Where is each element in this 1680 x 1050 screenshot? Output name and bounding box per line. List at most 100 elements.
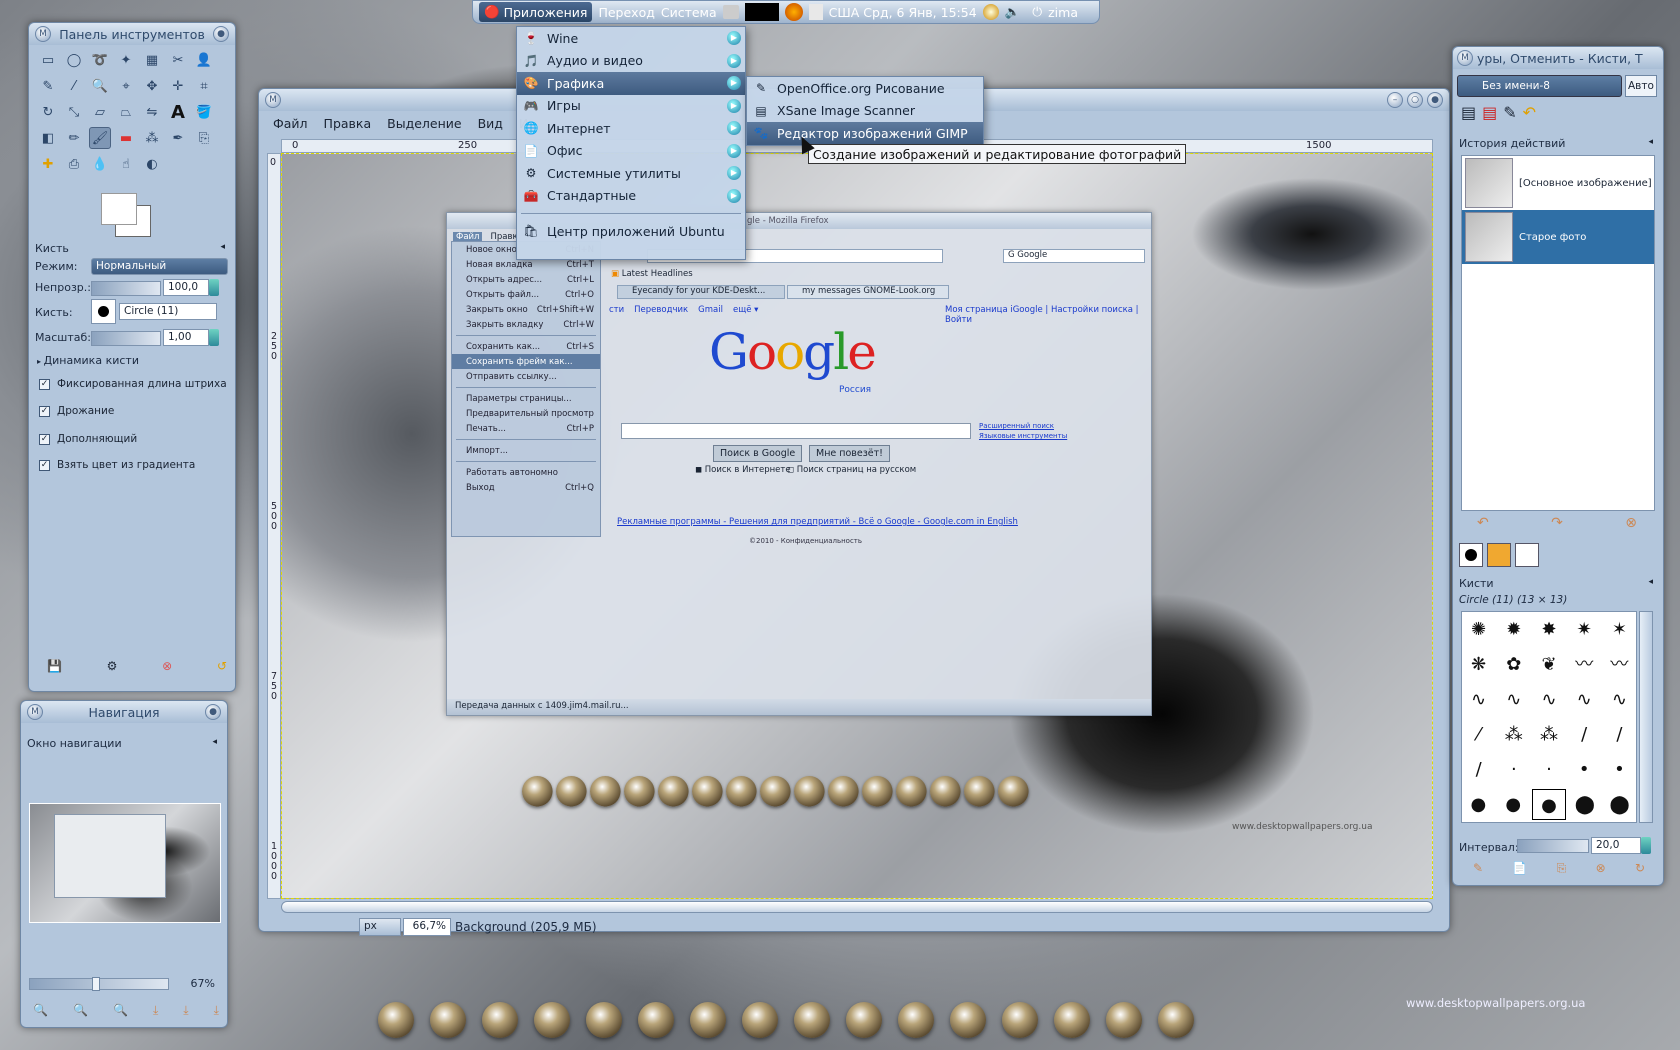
dock-app-icon[interactable]: [930, 776, 961, 807]
panel-menu-icon[interactable]: ◂: [1648, 137, 1653, 147]
history-item[interactable]: Старое фото: [1462, 210, 1654, 264]
window-menu-icon[interactable]: M: [27, 704, 43, 720]
zoom-fit-icon[interactable]: 🔍: [113, 1003, 128, 1018]
dock-app-icon[interactable]: [690, 1002, 726, 1038]
menu-view[interactable]: Вид: [478, 116, 503, 131]
zoom-in-icon[interactable]: 🔍: [73, 1003, 88, 1018]
history-item[interactable]: [Основное изображение]: [1462, 156, 1654, 210]
apps-menu-item[interactable]: 🍷 Wine ▶: [517, 27, 745, 50]
ink-icon[interactable]: ✒: [167, 127, 189, 149]
brush-grid-scrollbar[interactable]: [1639, 611, 1653, 823]
radio-web[interactable]: ◼ Поиск в Интернете: [695, 465, 791, 475]
google-search-input[interactable]: [621, 423, 971, 439]
clone-icon[interactable]: ⎘: [193, 127, 215, 149]
close-icon[interactable]: ●: [1427, 92, 1443, 108]
dock-app-icon[interactable]: [658, 776, 689, 807]
text-icon[interactable]: A: [167, 101, 189, 123]
volume-icon[interactable]: 🔈: [1005, 4, 1021, 20]
dock-app-icon[interactable]: [726, 776, 757, 807]
auto-button[interactable]: Авто: [1625, 75, 1657, 97]
rect-select-icon[interactable]: ▭: [37, 49, 59, 71]
perspective-icon[interactable]: ⏢: [115, 101, 137, 123]
brush-grid[interactable]: ✺ ✹ ✸ ✷ ✶ ❋ ✿ ❦ 〰〰 ∿ ∿ ∿ ∿ ∿ ⁄ ⁂ ⁂ / / / · · • • ● ● ● ⬤ ⬤: [1461, 611, 1637, 823]
dock-app-icon[interactable]: [378, 1002, 414, 1038]
firefox-menu-item[interactable]: Закрыть окно Ctrl+Shift+W: [452, 302, 600, 317]
blend-icon[interactable]: ◧: [37, 127, 59, 149]
dock-app-icon[interactable]: [624, 776, 655, 807]
foreground-select-icon[interactable]: 👤: [193, 49, 215, 71]
dock-app-icon[interactable]: [430, 1002, 466, 1038]
scale-spinner[interactable]: [209, 329, 219, 346]
brushes-tab-icon[interactable]: [1459, 543, 1483, 567]
fit-width-icon[interactable]: ⤓: [183, 1003, 188, 1018]
apps-menu-item[interactable]: 🌐 Интернет ▶: [517, 117, 745, 140]
ellipse-select-icon[interactable]: ◯: [63, 49, 85, 71]
delete-brush-icon[interactable]: ⊗: [1596, 861, 1606, 876]
window-menu-icon[interactable]: M: [35, 26, 51, 42]
refresh-brushes-icon[interactable]: ↻: [1635, 861, 1645, 876]
edit-brush-icon[interactable]: ✎: [1473, 861, 1483, 876]
firefox-tab-2[interactable]: my messages GNOME-Look.org: [787, 285, 949, 299]
blur-icon[interactable]: 💧: [89, 153, 111, 175]
delete-options-icon[interactable]: ⊗: [162, 659, 172, 673]
dock-app-icon[interactable]: [482, 1002, 518, 1038]
terminal-icon[interactable]: [744, 3, 779, 21]
system-menu[interactable]: Система: [661, 5, 717, 20]
dynamics-expander[interactable]: ▸ Динамика кисти: [37, 354, 139, 367]
paths-tab-icon[interactable]: ✎: [1503, 103, 1516, 122]
minimize-icon[interactable]: –: [1387, 92, 1403, 108]
weather-icon[interactable]: [982, 4, 999, 20]
shear-icon[interactable]: ▱: [89, 101, 111, 123]
google-account-links[interactable]: Моя страница iGoogle | Настройки поиска …: [945, 305, 1151, 325]
dock-app-icon[interactable]: [742, 1002, 778, 1038]
gradient-color-checkbox[interactable]: ✓ Взять цвет из градиента: [39, 459, 195, 471]
channels-tab-icon[interactable]: ▤: [1482, 103, 1497, 122]
fixed-length-checkbox[interactable]: ✓ Фиксированная длина штриха: [39, 378, 227, 390]
incremental-checkbox[interactable]: ✓ Дополняющий: [39, 433, 137, 445]
navigation-titlebar[interactable]: M Навигация ●: [21, 701, 227, 723]
dock-app-icon[interactable]: [1106, 1002, 1142, 1038]
apps-menu-item[interactable]: ⚙ Системные утилиты ▶: [517, 162, 745, 185]
undo-tab-icon[interactable]: ↶: [1523, 103, 1536, 122]
close-icon[interactable]: ●: [205, 704, 221, 720]
pencil-icon[interactable]: ✏: [63, 127, 85, 149]
new-brush-icon[interactable]: 📄: [1512, 861, 1527, 876]
google-search-button[interactable]: Поиск в Google: [713, 445, 803, 462]
dock-app-icon[interactable]: [1158, 1002, 1194, 1038]
dock-app-icon[interactable]: [964, 776, 995, 807]
brush-preview-button[interactable]: [91, 299, 116, 324]
firefox-menu-item[interactable]: Импорт...: [452, 443, 600, 458]
interval-slider[interactable]: [1517, 839, 1589, 853]
opacity-slider[interactable]: [91, 281, 161, 296]
scissors-icon[interactable]: ✂: [167, 49, 189, 71]
close-icon[interactable]: ●: [213, 26, 229, 42]
dock-app-icon[interactable]: [692, 776, 723, 807]
perspective-clone-icon[interactable]: ⎙: [63, 153, 85, 175]
launcher-icon[interactable]: [722, 5, 739, 19]
dock-app-icon[interactable]: [556, 776, 587, 807]
layers-tab-icon[interactable]: ▤: [1461, 103, 1476, 122]
apps-menu-item[interactable]: 🎮 Игры ▶: [517, 95, 745, 118]
firefox-menu-item[interactable]: Сохранить фрейм как...: [452, 354, 600, 369]
panel-menu-icon[interactable]: ◂: [212, 737, 217, 747]
reset-options-icon[interactable]: ↺: [217, 659, 227, 673]
firefox-menu-item[interactable]: Параметры страницы...: [452, 391, 600, 406]
firefox-menu-item[interactable]: Предварительный просмотр: [452, 406, 600, 421]
firefox-menu-item[interactable]: Печать... Ctrl+P: [452, 421, 600, 436]
jitter-checkbox[interactable]: ✓ Дрожание: [39, 405, 114, 417]
apps-menu-item[interactable]: 🎨 Графика ▶: [517, 72, 745, 95]
applications-menu-button[interactable]: 🔴 Приложения: [479, 2, 593, 22]
lasso-icon[interactable]: ➰: [89, 49, 111, 71]
crop-icon[interactable]: ⌗: [193, 75, 215, 97]
fuzzy-select-icon[interactable]: ✦: [115, 49, 137, 71]
firefox-menu-item[interactable]: Выход Ctrl+Q: [452, 480, 600, 495]
eraser-icon[interactable]: ▬: [115, 127, 137, 149]
duplicate-brush-icon[interactable]: ⎘: [1557, 861, 1567, 876]
firefox-menu-item[interactable]: Закрыть вкладку Ctrl+W: [452, 317, 600, 332]
horizontal-scrollbar[interactable]: [281, 901, 1433, 913]
firefox-tab-1[interactable]: Eyecandy for your KDE-Deskt...: [617, 285, 785, 299]
places-menu[interactable]: Переход: [598, 5, 654, 20]
toolbox-titlebar[interactable]: M Панель инструментов ●: [29, 23, 235, 45]
airbrush-icon[interactable]: ⁂: [141, 127, 163, 149]
bucket-fill-icon[interactable]: 🪣: [193, 101, 215, 123]
